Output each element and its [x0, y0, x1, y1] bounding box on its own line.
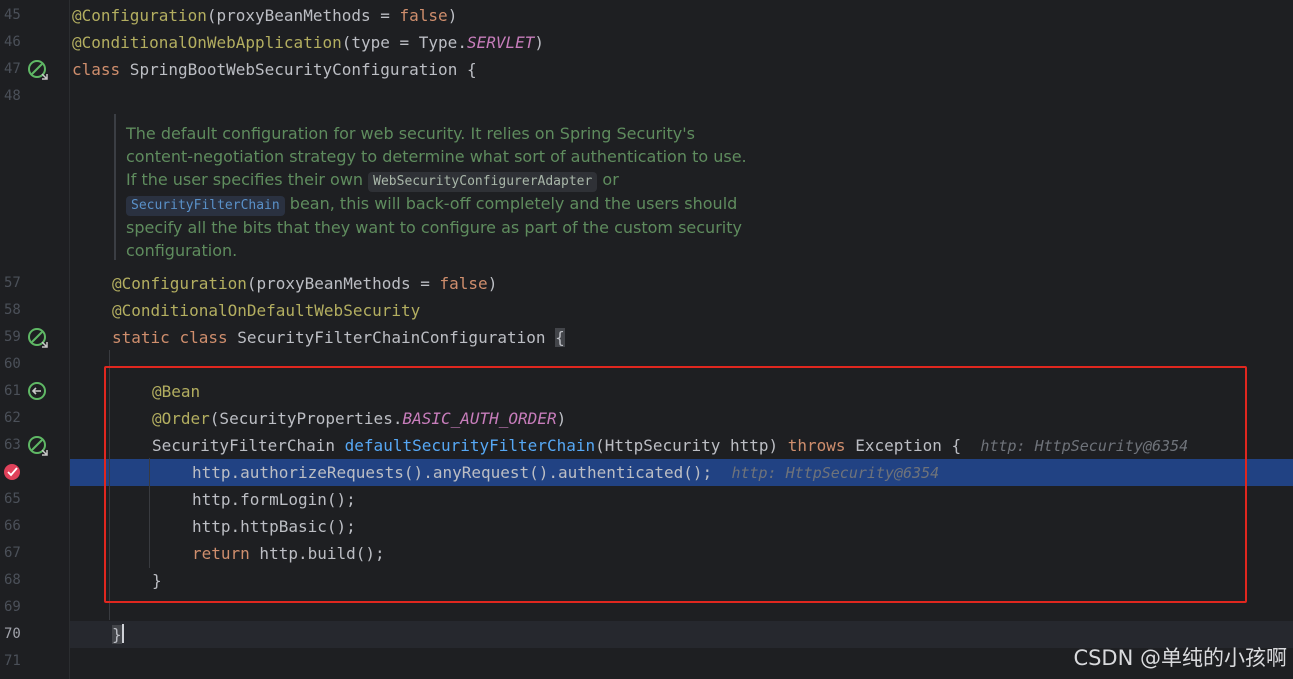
code-text: ) — [534, 33, 545, 52]
doc-text: or — [597, 170, 619, 189]
annotation: @Configuration — [112, 274, 247, 293]
keyword: false — [399, 6, 448, 25]
line-number: 48 — [4, 88, 21, 104]
line-number: 59 — [4, 329, 21, 345]
code-text: ) — [487, 274, 498, 293]
line-number: 60 — [4, 356, 21, 372]
line-number: 63 — [4, 437, 21, 453]
code-text: (proxyBeanMethods = — [206, 6, 400, 25]
bean-method-arrow-icon[interactable] — [27, 381, 49, 403]
annotation: @Configuration — [72, 6, 207, 25]
code-line-59[interactable]: static class SecurityFilterChainConfigur… — [112, 324, 565, 351]
breakpoint-icon[interactable] — [2, 462, 24, 482]
line-number: 62 — [4, 410, 21, 426]
bean-class-icon[interactable] — [27, 59, 49, 81]
line-number: 45 — [4, 7, 21, 23]
bean-class-icon[interactable] — [27, 327, 49, 349]
line-number: 65 — [4, 491, 21, 507]
keyword: static — [112, 328, 170, 347]
code-line-45[interactable]: @Configuration(proxyBeanMethods = false) — [72, 2, 457, 29]
matched-brace: { — [555, 328, 565, 347]
code-line-47[interactable]: class SpringBootWebSecurityConfiguration… — [72, 56, 477, 83]
watermark: CSDN @单纯的小孩啊 — [1073, 646, 1287, 670]
doc-link-chip[interactable]: SecurityFilterChain — [126, 196, 285, 216]
highlight-box — [104, 366, 1247, 603]
line-number-gutter[interactable]: 45 46 47 48 57 58 59 60 61 62 63 65 66 6… — [0, 0, 70, 679]
code-line-70[interactable]: } — [112, 621, 124, 648]
code-line-58[interactable]: @ConditionalOnDefaultWebSecurity — [112, 297, 420, 324]
keyword: false — [439, 274, 488, 293]
doc-code-chip[interactable]: WebSecurityConfigurerAdapter — [368, 172, 598, 192]
line-number: 68 — [4, 572, 21, 588]
code-line-57[interactable]: @Configuration(proxyBeanMethods = false) — [112, 270, 497, 297]
line-number-current: 70 — [4, 626, 21, 642]
line-number: 69 — [4, 599, 21, 615]
code-text: SpringBootWebSecurityConfiguration { — [120, 60, 477, 79]
code-text: SecurityFilterChainConfiguration — [227, 328, 556, 347]
line-number: 67 — [4, 545, 21, 561]
line-number: 46 — [4, 34, 21, 50]
code-text: (type = Type. — [341, 33, 467, 52]
line-number: 71 — [4, 653, 21, 669]
constant: SERVLET — [466, 33, 535, 52]
keyword: class — [72, 60, 121, 79]
text-caret — [121, 624, 124, 643]
keyword: class — [179, 328, 228, 347]
line-number: 61 — [4, 383, 21, 399]
matched-brace: } — [112, 625, 122, 644]
line-number: 47 — [4, 61, 21, 77]
rendered-javadoc[interactable]: The default configuration for web securi… — [114, 114, 754, 260]
line-number: 66 — [4, 518, 21, 534]
annotation: @ConditionalOnWebApplication — [72, 33, 342, 52]
line-number: 57 — [4, 275, 21, 291]
code-line-46[interactable]: @ConditionalOnWebApplication(type = Type… — [72, 29, 544, 56]
code-text: ) — [447, 6, 458, 25]
line-number: 58 — [4, 302, 21, 318]
code-text: (proxyBeanMethods = — [246, 274, 440, 293]
annotation: @ConditionalOnDefaultWebSecurity — [112, 301, 421, 320]
bean-method-icon[interactable] — [27, 435, 49, 457]
